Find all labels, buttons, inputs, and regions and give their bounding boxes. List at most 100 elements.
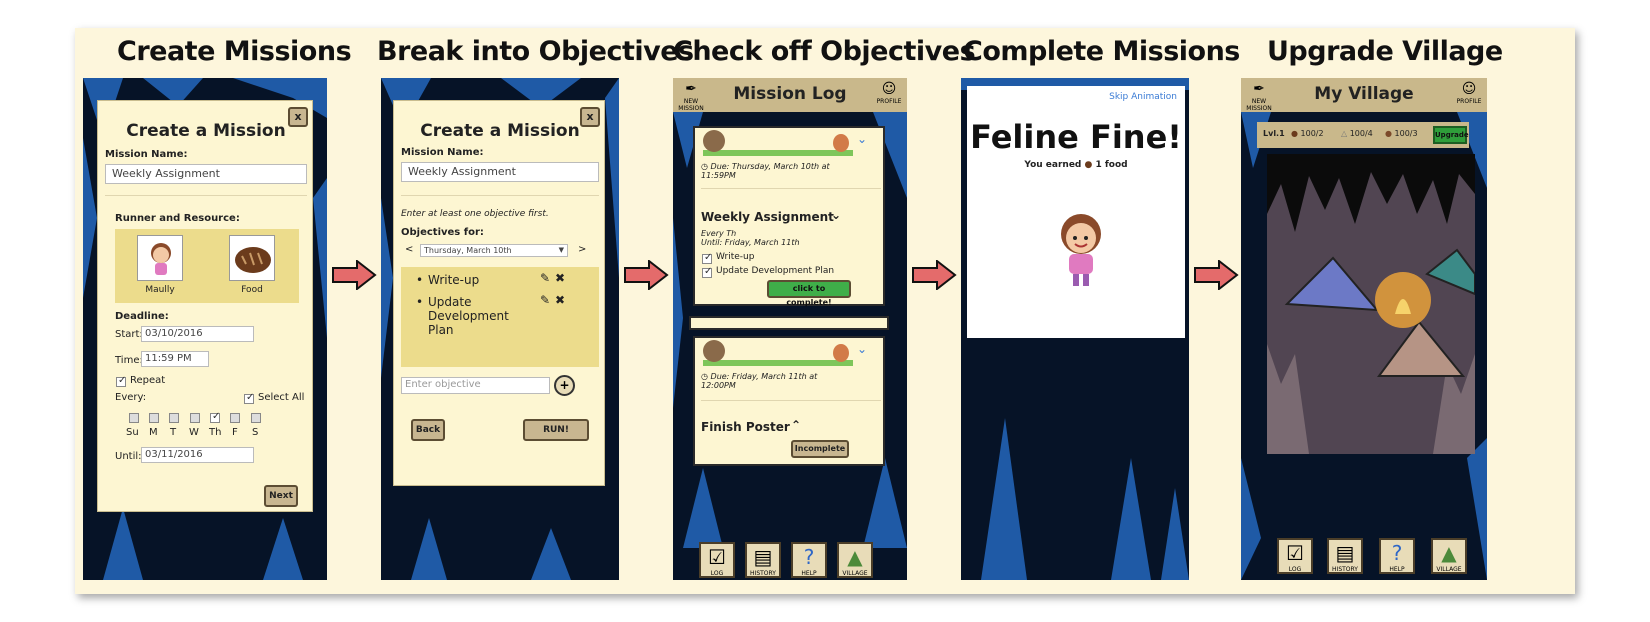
nav-history[interactable]: ▤ HISTORY (1327, 538, 1363, 574)
mission-name[interactable]: Weekly Assignment (701, 210, 834, 224)
reward-card: Skip Animation Feline Fine! You earned ●… (967, 86, 1185, 338)
app-header: ✒ NEW MISSION My Village ☺ PROFILE (1241, 78, 1487, 112)
runner-portrait[interactable] (137, 235, 183, 281)
day-label: W (189, 427, 199, 438)
edit-icon[interactable]: ✎ (540, 271, 550, 285)
repeat-text: Every Th (701, 229, 737, 238)
chevron-down-icon[interactable]: ⌄ (831, 208, 841, 222)
day-checkbox[interactable] (230, 413, 240, 423)
upgrade-button[interactable]: Upgrade (1433, 126, 1469, 144)
objective-list: • Write-up ✎ ✖ • Update Development Plan… (401, 267, 599, 367)
mission-name-input[interactable]: Weekly Assignment (401, 162, 599, 182)
profile-button[interactable]: ☺ PROFILE (1455, 80, 1483, 108)
water-count: 100/4 (1349, 129, 1373, 138)
objective-item: Update Development Plan (428, 295, 509, 337)
day-checkbox[interactable] (251, 413, 261, 423)
until-date-input[interactable]: 03/11/2016 (141, 447, 254, 463)
clock-icon: ◷ (701, 162, 708, 171)
nav-label: HELP (1389, 566, 1405, 573)
add-objective-button[interactable]: + (554, 375, 575, 396)
chevron-down-icon[interactable]: ⌄ (857, 342, 867, 356)
objective-checkbox[interactable] (702, 252, 712, 264)
runner-avatar (833, 344, 849, 362)
day-checkbox[interactable] (169, 413, 179, 423)
edit-icon[interactable]: ✎ (540, 293, 550, 307)
nav-help[interactable]: ? HELP (1379, 538, 1415, 574)
runner-resource-label: Runner and Resource: (115, 213, 240, 224)
due-date-text: Due: Friday, March 11th at 12:00PM (701, 372, 818, 390)
mission-card: ⌄ ◷ Due: Friday, March 11th at 12:00PM F… (693, 336, 885, 466)
chevron-down-icon: ▼ (558, 246, 564, 254)
question-icon: ? (803, 545, 815, 569)
start-date-input[interactable]: 03/10/2016 (141, 326, 254, 342)
nav-village[interactable]: ▲ VILLAGE (1431, 538, 1467, 574)
nav-history[interactable]: ▤ HISTORY (745, 542, 781, 578)
chevron-down-icon[interactable]: ⌄ (857, 132, 867, 146)
face-icon: ☺ (1461, 81, 1477, 97)
nav-log[interactable]: ☑ LOG (699, 542, 735, 578)
drop-icon: △ (1341, 129, 1348, 138)
next-date-button[interactable]: > (578, 244, 586, 255)
level-label: Lvl.1 (1263, 129, 1285, 138)
resource-portrait[interactable] (229, 235, 275, 281)
chevron-up-icon[interactable]: ⌃ (791, 418, 801, 432)
step-title-break: Break into Objectives (377, 36, 694, 67)
date-select[interactable]: Thursday, March 10th ▼ (420, 244, 568, 257)
checklist-icon: ☑ (1286, 541, 1304, 565)
card-heading: Create a Mission (420, 121, 580, 141)
tent-icon: ▲ (847, 545, 863, 569)
earned-suffix: 1 food (1095, 160, 1128, 170)
back-button[interactable]: Back (411, 419, 445, 441)
objectives-screen: x Create a Mission Mission Name: Weekly … (381, 78, 619, 580)
day-checkbox[interactable] (210, 411, 220, 423)
mission-name-input[interactable]: Weekly Assignment (105, 164, 307, 184)
face-icon: ☺ (881, 81, 897, 97)
run-button[interactable]: RUN! (523, 419, 589, 441)
objective-input[interactable]: Enter objective (401, 377, 550, 394)
mission-name[interactable]: Finish Poster (701, 420, 790, 434)
delete-icon[interactable]: ✖ (555, 271, 565, 285)
nav-label: LOG (1288, 566, 1302, 573)
prev-date-button[interactable]: < (405, 244, 413, 255)
objectives-for-label: Objectives for: (401, 227, 484, 238)
objective-item: Write-up (428, 273, 480, 287)
objective-checkbox[interactable] (702, 266, 712, 278)
profile-button[interactable]: ☺ PROFILE (875, 80, 903, 108)
day-checkbox[interactable] (149, 413, 159, 423)
runner-avatar (833, 134, 849, 152)
nav-label: LOG (710, 570, 724, 577)
nav-log[interactable]: ☑ LOG (1277, 538, 1313, 574)
select-all-checkbox[interactable] (244, 392, 254, 404)
create-mission-card: x Create a Mission Mission Name: Weekly … (97, 100, 313, 512)
nav-help[interactable]: ? HELP (791, 542, 827, 578)
reward-headline: Feline Fine! (970, 118, 1182, 156)
complete-mission-button[interactable]: click to complete! (767, 280, 851, 307)
objective-label: Write-up (716, 252, 755, 262)
mission-name-label: Mission Name: (105, 149, 188, 160)
divider (701, 400, 881, 401)
next-button[interactable]: Next (264, 485, 298, 507)
objective-hint: Enter at least one objective first. (401, 209, 549, 219)
nav-village[interactable]: ▲ VILLAGE (837, 542, 873, 578)
screen-title: Mission Log (733, 84, 847, 104)
repeat-checkbox[interactable] (116, 375, 126, 387)
flow-arrow (624, 260, 669, 290)
day-label: F (232, 427, 238, 438)
time-input[interactable]: 11:59 PM (141, 351, 209, 367)
start-label: Start: (115, 329, 143, 340)
day-label: S (252, 427, 259, 438)
weekday-selector: Su M T W Th F S (126, 411, 266, 443)
wood-count: 100/3 (1394, 129, 1418, 138)
skip-animation-link[interactable]: Skip Animation (1109, 92, 1177, 102)
delete-icon[interactable]: ✖ (555, 293, 565, 307)
day-checkbox[interactable] (190, 413, 200, 423)
incomplete-button[interactable]: Incomplete (791, 440, 849, 458)
mission-progress-track (703, 360, 853, 366)
earned-prefix: You earned (1024, 160, 1082, 170)
day-checkbox[interactable] (129, 413, 139, 423)
deadline-label: Deadline: (115, 311, 169, 322)
create-mission-screen: x Create a Mission Mission Name: Weekly … (83, 78, 327, 580)
day-label: Su (126, 427, 139, 438)
date-select-value: Thursday, March 10th (424, 246, 512, 255)
mission-progress-track (703, 150, 853, 156)
